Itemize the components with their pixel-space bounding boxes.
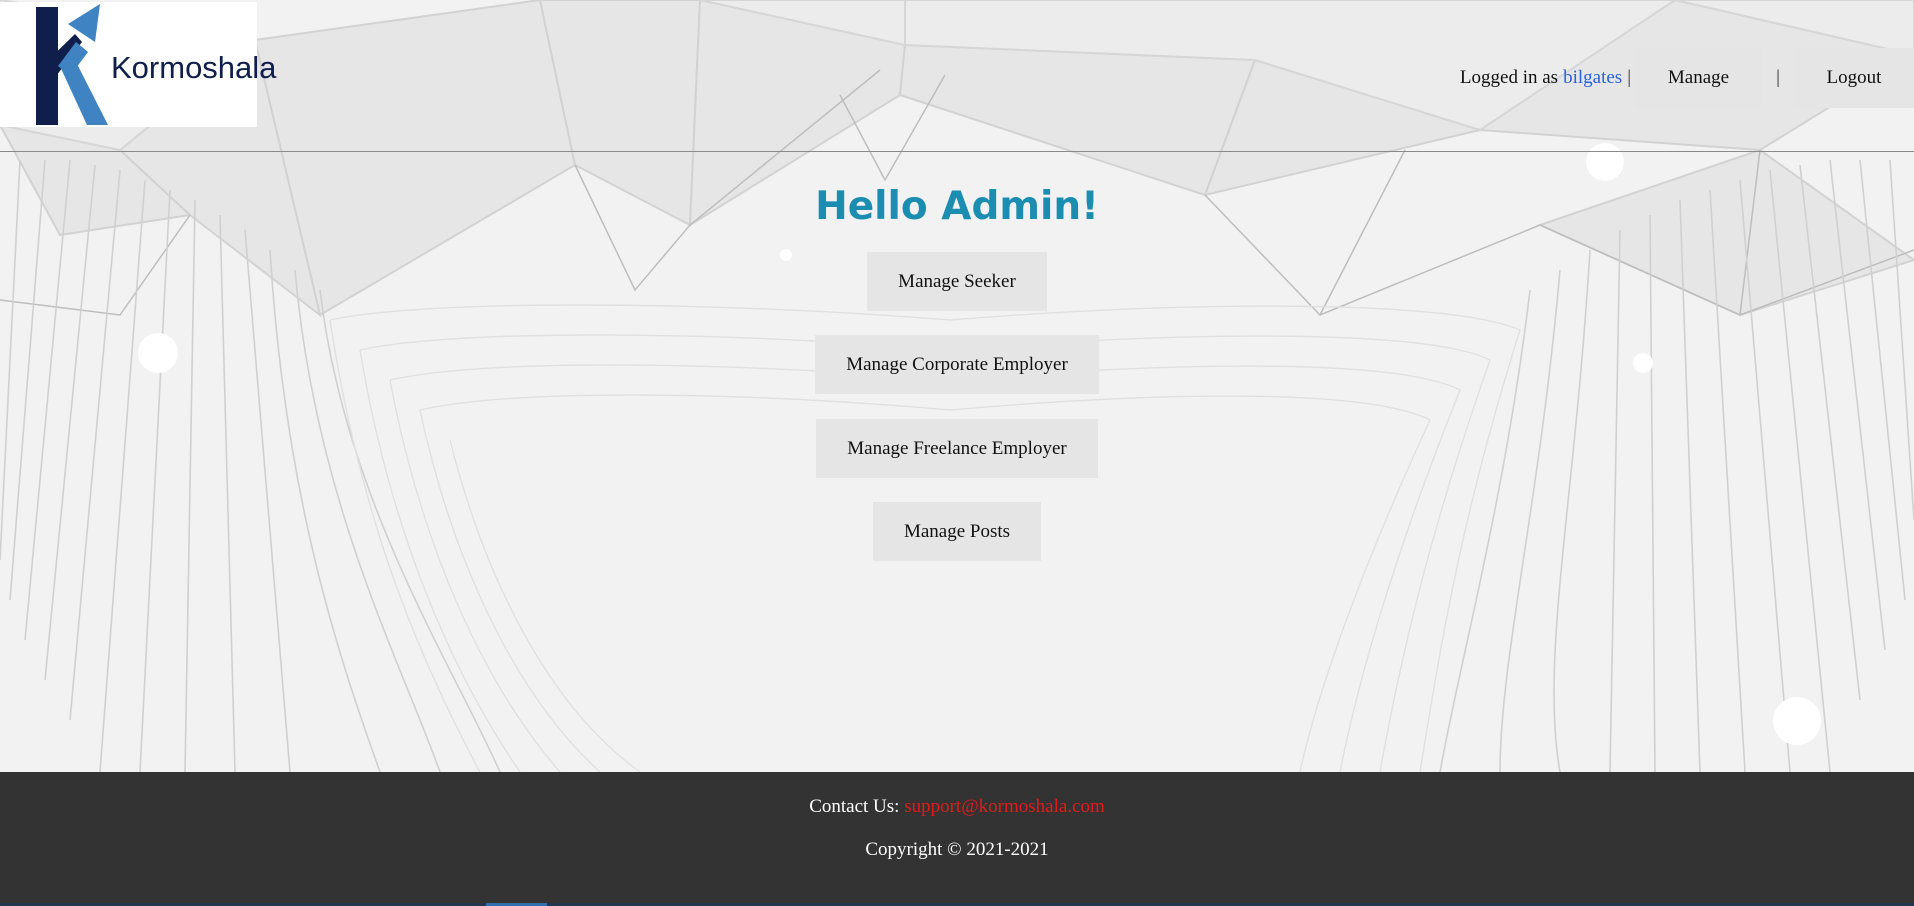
admin-actions: Manage Seeker Manage Corporate Employer …	[815, 252, 1099, 585]
page-title: Hello Admin!	[815, 184, 1099, 229]
top-nav: Logged in as bilgates | Manage | Logout	[1460, 48, 1914, 108]
brand-name: Kormoshala	[111, 50, 277, 85]
login-status: Logged in as bilgates |	[1460, 67, 1631, 89]
manage-button[interactable]: Manage	[1635, 48, 1762, 108]
nav-separator: |	[1776, 67, 1780, 88]
manage-seeker-button[interactable]: Manage Seeker	[867, 252, 1047, 311]
contact-line: Contact Us: support@kormoshala.com	[0, 796, 1914, 818]
brand-logo[interactable]: Kormoshala	[0, 2, 276, 127]
contact-label: Contact Us:	[809, 796, 900, 817]
logged-in-label: Logged in as	[1459, 67, 1559, 88]
k-arrow-logo-icon	[36, 4, 108, 125]
nav-separator: |	[1627, 67, 1631, 88]
manage-freelance-employer-button[interactable]: Manage Freelance Employer	[816, 419, 1098, 478]
contact-email-link[interactable]: support@kormoshala.com	[904, 796, 1105, 817]
username-link[interactable]: bilgates	[1563, 67, 1622, 89]
site-header: Kormoshala Logged in as bilgates | Manag…	[0, 0, 1914, 152]
copyright-text: Copyright © 2021-2021	[865, 839, 1049, 860]
logout-button[interactable]: Logout	[1794, 48, 1914, 108]
manage-posts-button[interactable]: Manage Posts	[872, 502, 1042, 561]
manage-corporate-employer-button[interactable]: Manage Corporate Employer	[815, 335, 1099, 394]
site-footer: Contact Us: support@kormoshala.com Copyr…	[0, 772, 1914, 906]
admin-dashboard: Hello Admin! Manage Seeker Manage Corpor…	[0, 152, 1914, 585]
